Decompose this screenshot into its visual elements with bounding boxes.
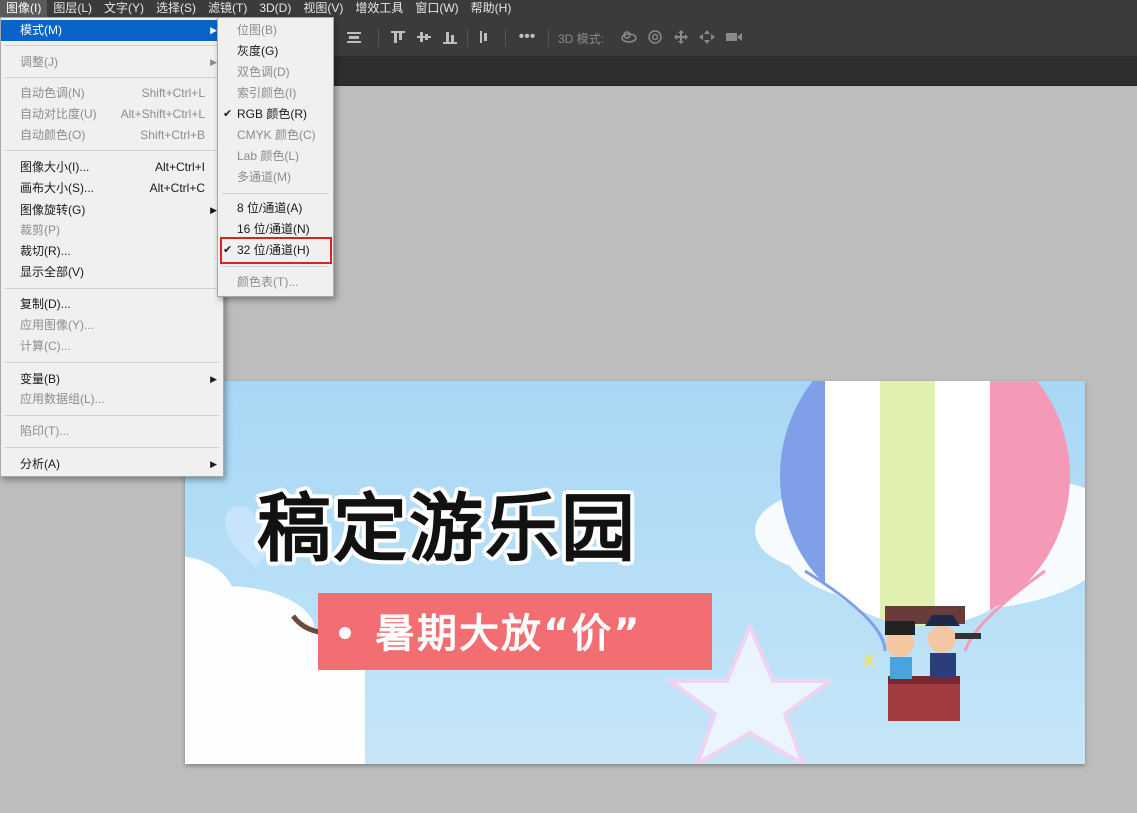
banner-title: 稿定游乐园 xyxy=(257,486,637,572)
menu-window[interactable]: 窗口(W) xyxy=(409,0,464,17)
slide-3d-icon[interactable] xyxy=(698,29,716,45)
menu-filter[interactable]: 滤镜(T) xyxy=(202,0,253,17)
menu-type[interactable]: 文字(Y) xyxy=(98,0,150,17)
menu-separator xyxy=(222,266,329,267)
menu-3d[interactable]: 3D(D) xyxy=(253,0,297,17)
menu-separator xyxy=(5,415,219,416)
menu-item-trap[interactable]: 陷印(T)... xyxy=(1,421,223,442)
menu-help[interactable]: 帮助(H) xyxy=(465,0,518,17)
hot-air-balloon xyxy=(780,381,1070,721)
menu-item-image-size[interactable]: 图像大小(I)... Alt+Ctrl+I xyxy=(1,157,223,178)
menu-separator xyxy=(222,193,329,194)
mode-cmyk-color[interactable]: CMYK 颜色(C) xyxy=(218,125,333,146)
menu-layer[interactable]: 图层(L) xyxy=(47,0,98,17)
orbit-3d-icon[interactable] xyxy=(619,29,639,45)
menu-plugins[interactable]: 增效工具 xyxy=(349,0,409,17)
3d-mode-label: 3D 模式: xyxy=(558,32,605,46)
menu-item-adjustments[interactable]: 调整(J) ▶ xyxy=(1,52,223,73)
menu-item-canvas-size[interactable]: 画布大小(S)... Alt+Ctrl+C xyxy=(1,178,223,199)
banner-tagline: 暑期大放“价” xyxy=(375,611,642,657)
menu-item-duplicate[interactable]: 复制(D)... xyxy=(1,294,223,315)
menu-separator xyxy=(5,77,219,78)
mode-lab-color[interactable]: Lab 颜色(L) xyxy=(218,146,333,167)
menu-bar: 图像(I) 图层(L) 文字(Y) 选择(S) 滤镜(T) 3D(D) 视图(V… xyxy=(0,0,1137,17)
align-bottom-icon[interactable] xyxy=(441,29,459,45)
menu-item-trim[interactable]: 裁切(R)... xyxy=(1,241,223,262)
tag-hole xyxy=(339,627,351,639)
roll-3d-icon[interactable] xyxy=(646,29,664,45)
menu-item-calculations[interactable]: 计算(C)... xyxy=(1,336,223,357)
separator xyxy=(548,29,549,47)
distribute-icon[interactable] xyxy=(476,29,494,45)
submenu-arrow-icon: ▶ xyxy=(210,459,217,469)
mode-8-bit[interactable]: 8 位/通道(A) xyxy=(218,198,333,219)
mode-color-table[interactable]: 颜色表(T)... xyxy=(218,272,333,293)
submenu-arrow-icon: ▶ xyxy=(210,374,217,384)
mode-grayscale[interactable]: 灰度(G) xyxy=(218,41,333,62)
menu-separator xyxy=(5,45,219,46)
separator xyxy=(467,29,468,47)
menu-item-auto-color[interactable]: 自动颜色(O) Shift+Ctrl+B xyxy=(1,125,223,146)
menu-separator xyxy=(5,362,219,363)
menu-item-mode[interactable]: 模式(M) ▶ xyxy=(1,20,223,41)
align-top-icon[interactable] xyxy=(389,29,407,45)
submenu-arrow-icon: ▶ xyxy=(210,57,217,67)
submenu-arrow-icon: ▶ xyxy=(210,25,217,35)
submenu-arrow-icon: ▶ xyxy=(210,205,217,215)
checkmark-icon: ✔ xyxy=(223,108,233,120)
mode-multichannel[interactable]: 多通道(M) xyxy=(218,167,333,188)
menu-view[interactable]: 视图(V) xyxy=(297,0,349,17)
menu-item-auto-contrast[interactable]: 自动对比度(U) Alt+Shift+Ctrl+L xyxy=(1,104,223,125)
menu-item-variables[interactable]: 变量(B) ▶ xyxy=(1,369,223,390)
menu-item-apply-image[interactable]: 应用图像(Y)... xyxy=(1,315,223,336)
align-vertical-center-icon[interactable] xyxy=(415,29,433,45)
more-options-icon[interactable]: ••• xyxy=(516,29,538,45)
menu-separator xyxy=(5,447,219,448)
mode-rgb-color[interactable]: ✔ RGB 颜色(R) xyxy=(218,104,333,125)
mode-duotone[interactable]: 双色调(D) xyxy=(218,62,333,83)
annotation-highlight-box xyxy=(220,237,332,264)
align-horizontal-center-icon[interactable] xyxy=(345,29,363,45)
image-menu-dropdown: 模式(M) ▶ 调整(J) ▶ 自动色调(N) Shift+Ctrl+L 自动对比度(… xyxy=(0,17,224,477)
mode-indexed-color[interactable]: 索引颜色(I) xyxy=(218,83,333,104)
mode-bitmap[interactable]: 位图(B) xyxy=(218,20,333,41)
separator xyxy=(378,29,379,47)
menu-item-crop[interactable]: 裁剪(P) xyxy=(1,220,223,241)
menu-item-image-rotation[interactable]: 图像旋转(G) ▶ xyxy=(1,200,223,221)
menu-item-apply-data-set[interactable]: 应用数据组(L)... xyxy=(1,389,223,410)
menu-item-auto-tone[interactable]: 自动色调(N) Shift+Ctrl+L xyxy=(1,83,223,104)
separator xyxy=(505,29,506,47)
menu-separator xyxy=(5,288,219,289)
pan-3d-icon[interactable] xyxy=(672,29,690,45)
menu-item-analysis[interactable]: 分析(A) ▶ xyxy=(1,454,223,475)
menu-separator xyxy=(5,150,219,151)
menu-select[interactable]: 选择(S) xyxy=(150,0,202,17)
document-canvas[interactable]: 稿定游乐园 暑期大放“价” xyxy=(185,381,1085,764)
menu-image[interactable]: 图像(I) xyxy=(0,0,48,17)
camera-3d-icon[interactable] xyxy=(724,29,744,45)
menu-item-reveal-all[interactable]: 显示全部(V) xyxy=(1,262,223,283)
